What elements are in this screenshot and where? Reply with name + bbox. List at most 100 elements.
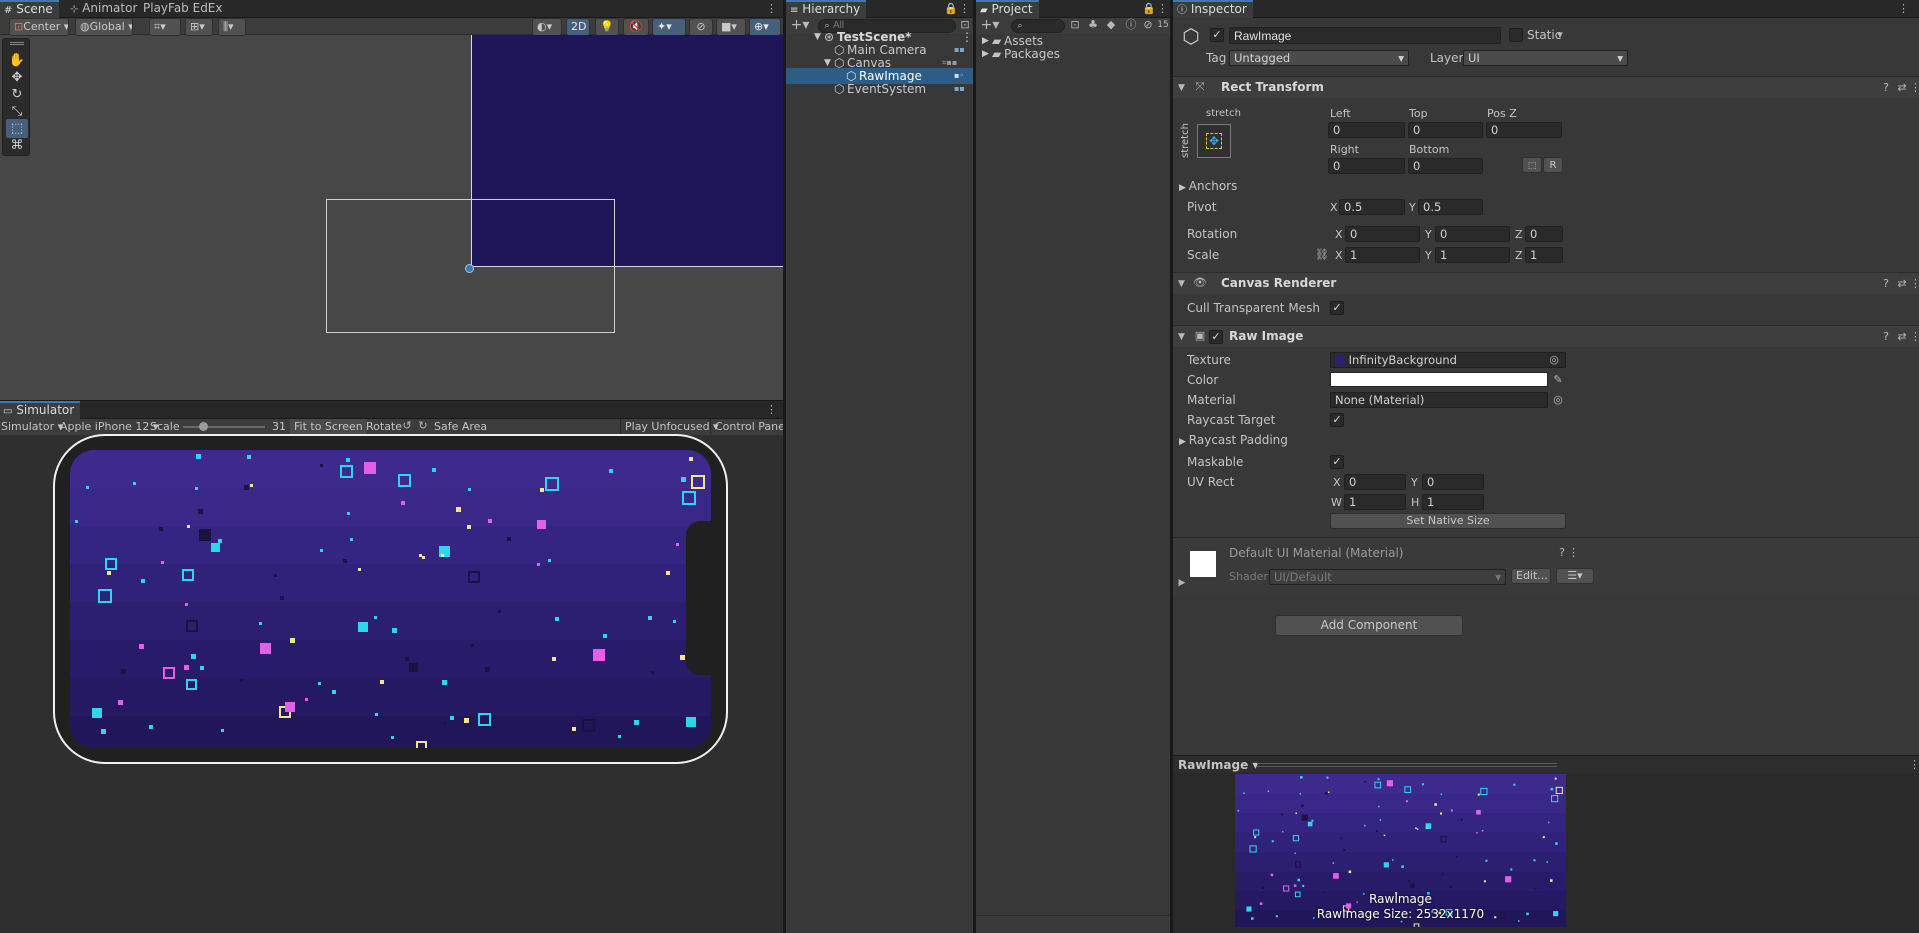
active-checkbox[interactable]: ✓ — [1210, 28, 1224, 42]
simulator-dropdown[interactable]: Simulator ▾ — [1, 419, 63, 434]
edit-shader-button[interactable]: Edit... — [1511, 568, 1551, 584]
filter-icon[interactable]: ♣ — [1086, 18, 1100, 32]
help-icon[interactable]: ? — [1556, 546, 1568, 560]
material-field[interactable]: None (Material) — [1330, 392, 1548, 408]
help-icon[interactable]: ? — [1880, 81, 1892, 95]
rect-transform-header[interactable]: ▼ ⤧ Rect Transform ? ⇄ ⋮ — [1173, 76, 1919, 98]
object-picker-icon[interactable]: ◎ — [1551, 393, 1565, 407]
foldout-arrow-icon[interactable]: ▼ — [1178, 277, 1185, 291]
tab-animator[interactable]: ⊹ Animator — [64, 0, 143, 18]
play-mode-dropdown[interactable]: Play Unfocused ▾ — [620, 419, 719, 434]
scale-slider[interactable] — [183, 422, 265, 431]
rotation-x-field[interactable]: 0 — [1345, 226, 1420, 242]
tab-simulator[interactable]: ▭ Simulator — [0, 401, 81, 419]
gameobject-cube-icon[interactable]: ⬡ — [1179, 24, 1203, 48]
lighting-toggle[interactable]: 💡 — [595, 18, 619, 36]
anchors-foldout[interactable]: ▶ Anchors — [1179, 179, 1237, 196]
align-button[interactable]: ⫼▾ — [218, 18, 246, 36]
search-by-type-icon[interactable]: ⊡ — [1068, 18, 1082, 32]
palette-grip[interactable] — [10, 42, 24, 45]
object-picker-icon[interactable]: ◎ — [1547, 353, 1561, 367]
foldout-arrow-icon[interactable]: ▼ — [1178, 330, 1185, 344]
hierarchy-lock-icon[interactable]: 🔒 — [944, 2, 958, 16]
maskable-checkbox[interactable]: ✓ — [1330, 455, 1344, 469]
grid-snap-button[interactable]: ⌗▾ — [149, 18, 181, 36]
tag-dropdown[interactable]: Untagged ▾ — [1229, 50, 1409, 66]
anchor-presets-button[interactable]: ✥ — [1197, 124, 1231, 158]
static-checkbox[interactable] — [1509, 28, 1523, 42]
add-component-button[interactable]: Add Component — [1275, 615, 1463, 636]
foldout-arrow-icon[interactable]: ▶ — [1177, 576, 1187, 590]
eyedropper-icon[interactable]: ✎ — [1551, 373, 1565, 387]
blueprint-mode-button[interactable]: ⬚ — [1522, 157, 1542, 173]
top-field[interactable]: 0 — [1408, 122, 1483, 138]
hidden-packages-icon[interactable]: ⊘ — [1142, 18, 1154, 32]
camera-dropdown[interactable]: ■▾ — [716, 18, 746, 36]
pivot-y-field[interactable]: 0.5 — [1418, 199, 1483, 215]
audio-toggle[interactable]: 🔇 — [623, 18, 649, 36]
static-dropdown-icon[interactable]: ▾ — [1555, 28, 1565, 42]
tab-hierarchy[interactable]: ≡ Hierarchy — [786, 0, 867, 18]
raw-image-enabled-checkbox[interactable]: ✓ — [1209, 330, 1223, 344]
posz-field[interactable]: 0 — [1486, 122, 1562, 138]
material-options-button[interactable]: ☰▾ — [1556, 568, 1594, 584]
tab-inspector[interactable]: ⓘ Inspector — [1173, 0, 1253, 18]
effects-toggle[interactable]: ✦▾ — [652, 18, 686, 36]
constrain-proportions-icon[interactable]: ⛓ — [1315, 248, 1329, 262]
inspector-more-icon[interactable]: ⋮ — [1898, 2, 1909, 16]
canvas-renderer-header[interactable]: ▼ 👁 Canvas Renderer ? ⇄ ⋮ — [1173, 272, 1919, 294]
component-menu-icon[interactable]: ⋮ — [1910, 81, 1919, 95]
scale-y-field[interactable]: 1 — [1435, 247, 1510, 263]
tab-scene[interactable]: # Scene — [0, 0, 59, 18]
device-dropdown[interactable]: Apple iPhone 12 ▾ — [60, 419, 158, 434]
component-menu-icon[interactable]: ⋮ — [1910, 330, 1919, 344]
layer-dropdown[interactable]: UI ▾ — [1463, 50, 1628, 66]
info-icon[interactable]: ⓘ — [1124, 18, 1138, 32]
color-swatch[interactable] — [1330, 372, 1548, 387]
left-field[interactable]: 0 — [1328, 122, 1405, 138]
uv-y-field[interactable]: 0 — [1422, 474, 1484, 490]
rotate-right-icon[interactable]: ↻ — [416, 419, 430, 433]
help-icon[interactable]: ? — [1880, 330, 1892, 344]
shader-dropdown[interactable]: UI/Default ▾ — [1269, 569, 1506, 585]
gizmos-dropdown[interactable]: ⊕▾ — [749, 18, 781, 36]
list-item[interactable]: ⬡ EventSystem ▪▪ — [786, 81, 973, 97]
preview-resize-handle[interactable] — [1257, 763, 1557, 767]
help-icon[interactable]: ? — [1880, 277, 1892, 291]
pivot-handle-icon[interactable] — [465, 264, 474, 273]
fit-to-screen-button[interactable]: Fit to Screen — [290, 419, 367, 435]
space-global-dropdown[interactable]: ◍Global ▾ — [75, 18, 133, 36]
project-lock-icon[interactable]: 🔒 — [1142, 2, 1156, 16]
bottom-field[interactable]: 0 — [1408, 158, 1483, 174]
simulator-more-icon[interactable]: ⋮ — [766, 403, 777, 417]
scale-z-field[interactable]: 1 — [1525, 247, 1563, 263]
hidden-objects-toggle[interactable]: ⊘ — [689, 18, 713, 36]
control-panel-button[interactable]: Control Panel — [710, 419, 783, 434]
uv-w-field[interactable]: 1 — [1344, 494, 1406, 510]
object-name-field[interactable] — [1229, 27, 1501, 44]
pivot-center-dropdown[interactable]: ⊡Center ▾ — [9, 18, 69, 36]
cull-transparent-checkbox[interactable]: ✓ — [1330, 301, 1344, 315]
presets-icon[interactable]: ⇄ — [1896, 81, 1908, 95]
presets-icon[interactable]: ⇄ — [1896, 277, 1908, 291]
rotate-left-icon[interactable]: ↺ — [400, 419, 414, 433]
rotation-y-field[interactable]: 0 — [1435, 226, 1510, 242]
uv-h-field[interactable]: 1 — [1422, 494, 1484, 510]
more-menu-icon[interactable]: ⋮ — [766, 2, 777, 16]
project-create-icon[interactable]: +▾ — [978, 18, 1002, 32]
component-menu-icon[interactable]: ⋮ — [1910, 277, 1919, 291]
pivot-x-field[interactable]: 0.5 — [1339, 199, 1405, 215]
hierarchy-more-icon[interactable]: ⋮ — [959, 2, 970, 16]
preview-more-icon[interactable]: ⋮ — [1909, 758, 1919, 772]
transform-tool-icon[interactable]: ⌘ — [6, 136, 28, 155]
foldout-arrow-icon[interactable]: ▶ — [982, 46, 989, 62]
scale-slider-thumb[interactable] — [199, 422, 208, 431]
component-menu-icon[interactable]: ⋮ — [1568, 546, 1579, 560]
safe-area-button[interactable]: Safe Area — [430, 419, 491, 434]
toggle-2d-button[interactable]: 2D — [566, 18, 590, 36]
right-field[interactable]: 0 — [1328, 158, 1405, 174]
snap-increment-button[interactable]: ⊞▾ — [185, 18, 213, 36]
raycast-padding-foldout[interactable]: ▶ Raycast Padding — [1179, 433, 1288, 450]
scale-x-field[interactable]: 1 — [1345, 247, 1420, 263]
raw-image-header[interactable]: ▼ ▣ ✓ Raw Image ? ⇄ ⋮ — [1173, 325, 1919, 347]
